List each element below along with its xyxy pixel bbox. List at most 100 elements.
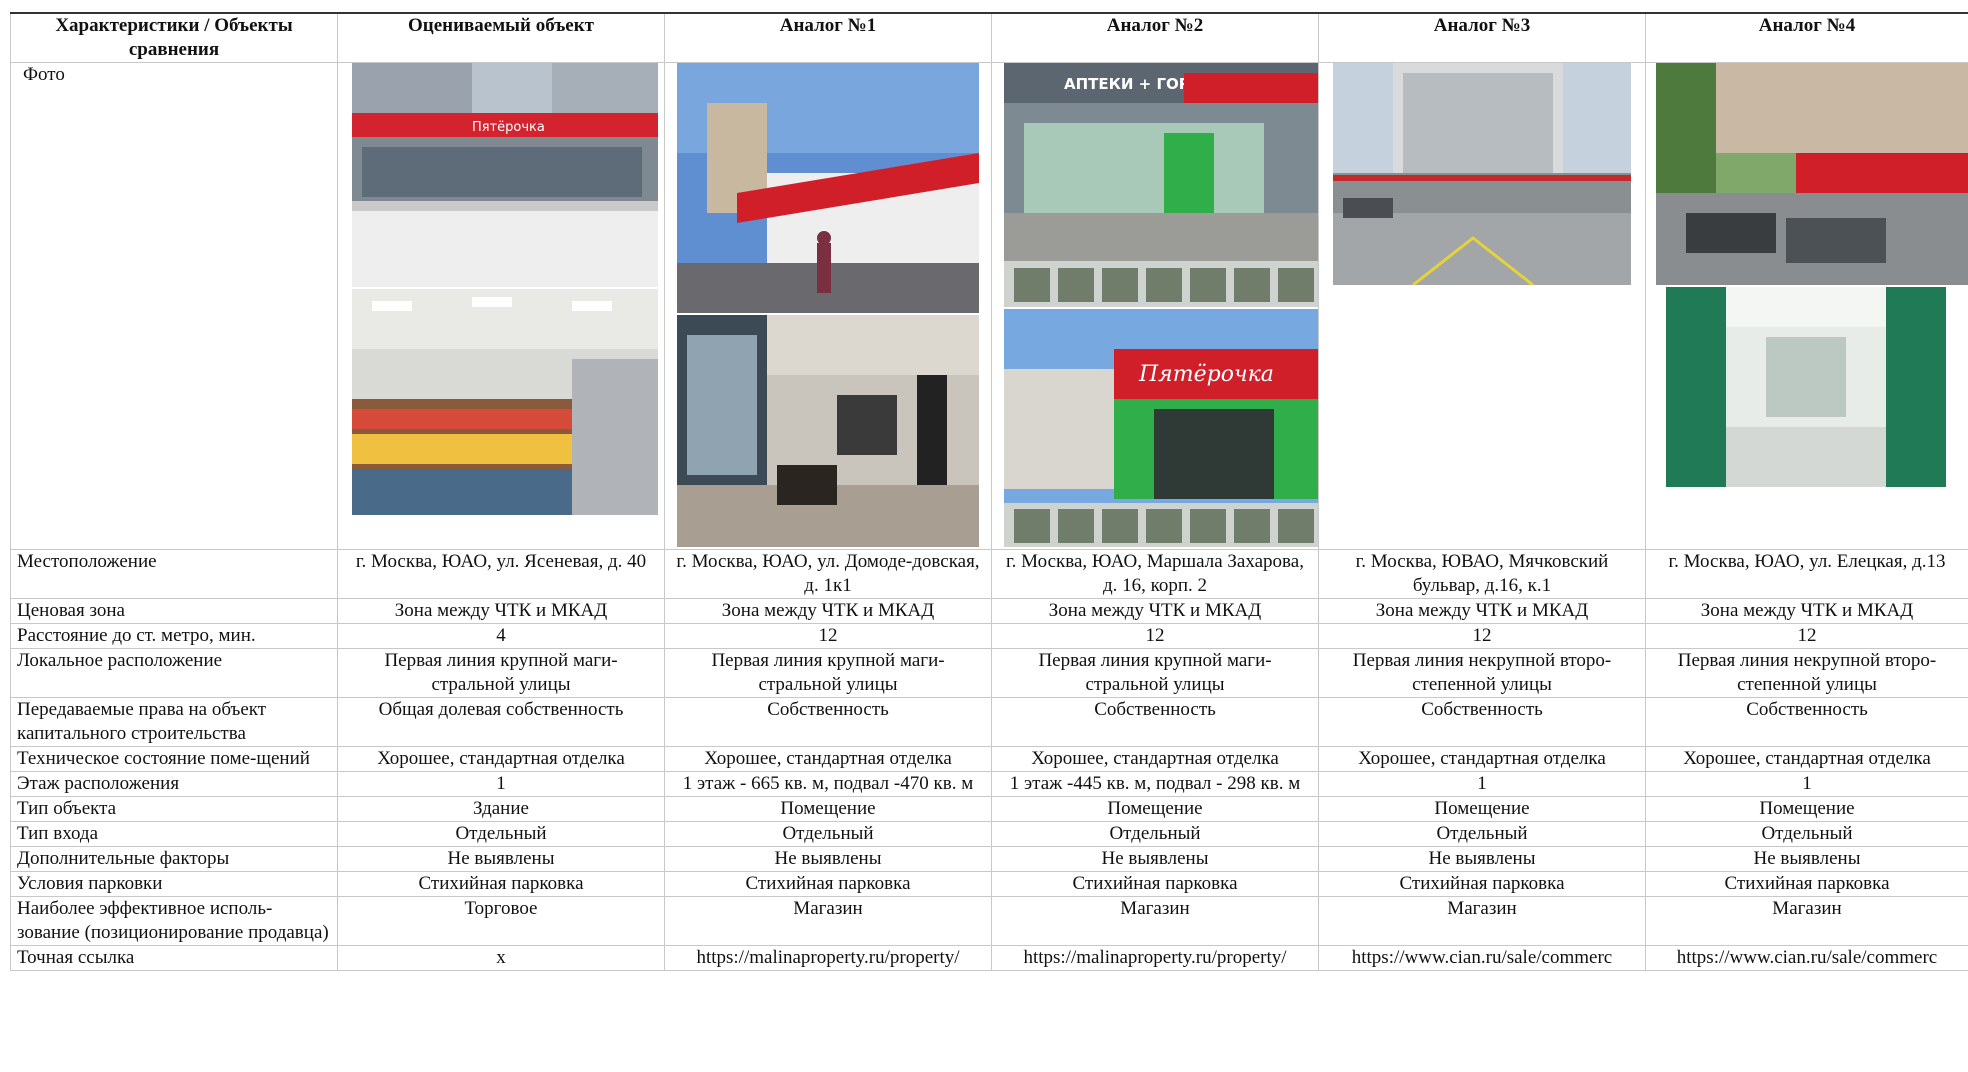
analog-4-value-cell[interactable]: https://www.cian.ru/sale/commerc xyxy=(1645,945,1968,971)
analog-1-interior-photo[interactable] xyxy=(677,315,979,547)
table-row: Этаж расположения 1 1 этаж - 665 кв. м, по… xyxy=(10,771,1968,797)
table-row: Локальное расположение Первая линия крупн… xyxy=(10,648,1968,698)
analog-4-value-cell: Хорошее, стандартная отделка xyxy=(1645,746,1968,772)
row-label: Техническое состояние поме-щений xyxy=(10,746,338,772)
analog-3-value-cell: Собственность xyxy=(1318,697,1646,747)
row-label: Передаваемые права на объект капитальног… xyxy=(10,697,338,747)
header-analog-2: Аналог №2 xyxy=(991,12,1319,63)
analog-2-second-photo[interactable]: Пятёрочка xyxy=(1004,309,1318,547)
subject-value-cell: Торговое xyxy=(337,896,665,946)
analog-4-value-cell: Магазин xyxy=(1645,896,1968,946)
header-analog-4: Аналог №4 xyxy=(1645,12,1968,63)
analog-3-value-cell: 12 xyxy=(1318,623,1646,649)
analog-2-value-cell: Магазин xyxy=(991,896,1319,946)
analog-1-value-cell: Помещение xyxy=(664,796,992,822)
table-row: Ценовая зона Зона между ЧТК и МКАД Зона ме… xyxy=(10,598,1968,624)
subject-value-cell: Хорошее, стандартная отделка xyxy=(337,746,665,772)
comparison-table: Характеристики / Объекты сравнения Оцени… xyxy=(10,12,1968,971)
analog-4-value-cell: 12 xyxy=(1645,623,1968,649)
analog-3-photos xyxy=(1318,62,1646,550)
analog-4-value-cell: Собственность xyxy=(1645,697,1968,747)
analog-3-value-cell: Зона между ЧТК и МКАД xyxy=(1318,598,1646,624)
table-row: Расстояние до ст. метро, мин. 4 12 12 12 12 xyxy=(10,623,1968,649)
analog-1-value-cell: Стихийная парковка xyxy=(664,871,992,897)
row-label: Условия парковки xyxy=(10,871,338,897)
table-row: Тип входа Отдельный Отдельный Отдельный Отде… xyxy=(10,821,1968,847)
subject-value-cell: Здание xyxy=(337,796,665,822)
analog-2-value-cell[interactable]: https://malinaproperty.ru/property/ xyxy=(991,945,1319,971)
analog-4-value-cell: Первая линия некрупной второ-степенной у… xyxy=(1645,648,1968,698)
subject-value-cell: Первая линия крупной маги-стральной улиц… xyxy=(337,648,665,698)
subject-value-cell: Общая долевая собственность xyxy=(337,697,665,747)
row-label: Точная ссылка xyxy=(10,945,338,971)
analog-1-value-cell: Не выявлены xyxy=(664,846,992,872)
analog-1-value-cell[interactable]: https://malinaproperty.ru/property/ xyxy=(664,945,992,971)
analog-2-value-cell: Зона между ЧТК и МКАД xyxy=(991,598,1319,624)
subject-interior-photo[interactable] xyxy=(352,289,658,515)
analog-1-value-cell: Собственность xyxy=(664,697,992,747)
table-row: Техническое состояние поме-щений Хорошее,… xyxy=(10,746,1968,772)
analog-2-value-cell: Помещение xyxy=(991,796,1319,822)
analog-2-value-cell: Собственность xyxy=(991,697,1319,747)
row-label: Тип объекта xyxy=(10,796,338,822)
analog-3-value-cell: Стихийная парковка xyxy=(1318,871,1646,897)
analog-4-value-cell: Зона между ЧТК и МКАД xyxy=(1645,598,1968,624)
subject-exterior-photo[interactable]: Пятёрочка xyxy=(352,63,658,287)
row-label: Наиболее эффективное исполь-зование (поз… xyxy=(10,896,338,946)
svg-text:Пятёрочка: Пятёрочка xyxy=(472,120,545,135)
subject-value-cell: г. Москва, ЮАО, ул. Ясеневая, д. 40 xyxy=(337,549,665,599)
analog-3-value-cell: Хорошее, стандартная отделка xyxy=(1318,746,1646,772)
subject-value-cell: 1 xyxy=(337,771,665,797)
analog-3-value-cell: Первая линия некрупной второ-степенной у… xyxy=(1318,648,1646,698)
subject-photos: Пятёрочка xyxy=(337,62,665,550)
row-label: Местоположение xyxy=(10,549,338,599)
table-row: Тип объекта Здание Помещение Помещение Помещ… xyxy=(10,796,1968,822)
analog-3-value-cell: Магазин xyxy=(1318,896,1646,946)
analog-1-value-cell: Хорошее, стандартная отделка xyxy=(664,746,992,772)
table-row: Дополнительные факторы Не выявлены Не выяв… xyxy=(10,846,1968,872)
analog-4-exterior-photo[interactable] xyxy=(1656,63,1968,285)
analog-4-photos xyxy=(1645,62,1968,550)
analog-4-value-cell: г. Москва, ЮАО, ул. Елецкая, д.13 xyxy=(1645,549,1968,599)
analog-3-value-cell: 1 xyxy=(1318,771,1646,797)
analog-1-photos xyxy=(664,62,992,550)
analog-3-value-cell: Отдельный xyxy=(1318,821,1646,847)
subject-value-cell: Отдельный xyxy=(337,821,665,847)
analog-2-value-cell: 12 xyxy=(991,623,1319,649)
analog-1-value-cell: Зона между ЧТК и МКАД xyxy=(664,598,992,624)
table-row: Наиболее эффективное исполь-зование (поз… xyxy=(10,896,1968,946)
row-label: Ценовая зона xyxy=(10,598,338,624)
analog-2-photos: АПТЕКИ + ГОРЗДРАВ Пятёрочка xyxy=(991,62,1319,550)
subject-value-cell: Стихийная парковка xyxy=(337,871,665,897)
analog-4-value-cell: Стихийная парковка xyxy=(1645,871,1968,897)
analog-2-value-cell: Стихийная парковка xyxy=(991,871,1319,897)
analog-2-value-cell: Хорошее, стандартная отделка xyxy=(991,746,1319,772)
analog-4-value-cell: Отдельный xyxy=(1645,821,1968,847)
analog-3-value-cell: г. Москва, ЮВАО, Мячковский бульвар, д.1… xyxy=(1318,549,1646,599)
header-characteristics: Характеристики / Объекты сравнения xyxy=(10,12,338,63)
table-row: Условия парковки Стихийная парковка Стихий… xyxy=(10,871,1968,897)
analog-2-value-cell: Отдельный xyxy=(991,821,1319,847)
analog-3-value-cell: Помещение xyxy=(1318,796,1646,822)
table-row: Местоположение г. Москва, ЮАО, ул. Ясенев… xyxy=(10,549,1968,599)
analog-1-value-cell: Отдельный xyxy=(664,821,992,847)
header-analog-3: Аналог №3 xyxy=(1318,12,1646,63)
analog-2-value-cell: Не выявлены xyxy=(991,846,1319,872)
analog-4-value-cell: Не выявлены xyxy=(1645,846,1968,872)
photo-label: Фото xyxy=(10,62,338,550)
analog-3-exterior-photo[interactable] xyxy=(1333,63,1631,285)
analog-3-value-cell[interactable]: https://www.cian.ru/sale/commerc xyxy=(1318,945,1646,971)
analog-4-interior-photo[interactable] xyxy=(1666,287,1946,487)
analog-4-value-cell: Помещение xyxy=(1645,796,1968,822)
analog-3-value-cell: Не выявлены xyxy=(1318,846,1646,872)
photo-row: Фото Пятёрочка АПТЕКИ + ГОРЗДРАВ Пятёроч… xyxy=(10,62,1968,550)
analog-2-value-cell: Первая линия крупной маги-стральной улиц… xyxy=(991,648,1319,698)
analog-1-exterior-photo[interactable] xyxy=(677,63,979,313)
analog-2-exterior-photo[interactable]: АПТЕКИ + ГОРЗДРАВ xyxy=(1004,63,1318,307)
row-label: Локальное расположение xyxy=(10,648,338,698)
analog-1-value-cell: 12 xyxy=(664,623,992,649)
subject-value-cell: Не выявлены xyxy=(337,846,665,872)
svg-text:Пятёрочка: Пятёрочка xyxy=(1138,362,1274,387)
analog-2-value-cell: г. Москва, ЮАО, Маршала Захарова, д. 16,… xyxy=(991,549,1319,599)
analog-1-value-cell: Первая линия крупной маги-стральной улиц… xyxy=(664,648,992,698)
